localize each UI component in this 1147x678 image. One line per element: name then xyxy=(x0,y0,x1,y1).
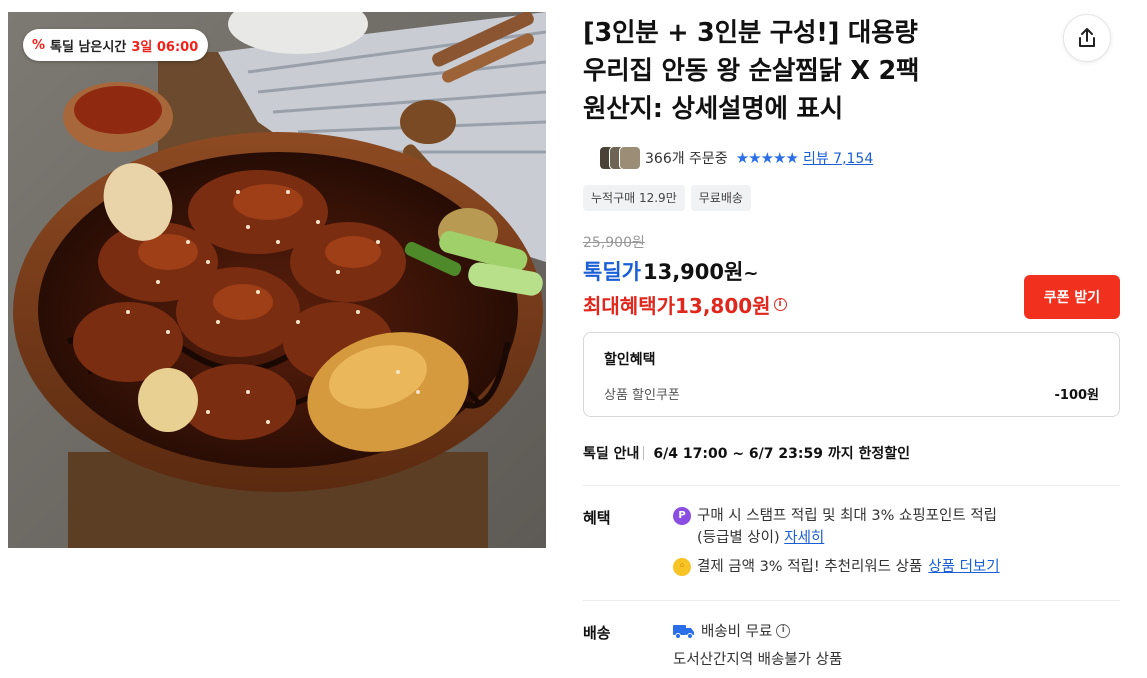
share-icon xyxy=(1079,28,1095,47)
tag-cumulative-purchase: 누적구매 12.9만 xyxy=(583,185,685,211)
max-benefit-price-row: 최대혜택가 13,800원 i xyxy=(583,290,787,319)
more-products-link[interactable]: 상품 더보기 xyxy=(928,556,999,578)
buyer-avatars xyxy=(599,146,641,170)
timer-value: 3일 06:00 xyxy=(131,39,199,55)
title-line-1: [3인분 + 3인분 구성!] 대용량 xyxy=(583,18,918,48)
percent-tag-icon: % xyxy=(32,37,46,53)
deal-info-row: 톡딜 안내 6/4 17:00 ~ 6/7 23:59 까지 한정할인 xyxy=(583,443,910,463)
max-benefit-label: 최대혜택가 xyxy=(583,294,675,318)
benefit-reward-text: 결제 금액 3% 적립! 추천리워드 상품 xyxy=(697,559,923,575)
info-icon[interactable]: i xyxy=(773,298,787,311)
timer-label: 톡딜 남은시간 xyxy=(50,39,127,55)
deal-info-text: 6/4 17:00 ~ 6/7 23:59 까지 한정할인 xyxy=(653,446,910,462)
max-benefit-value: 13,800원 xyxy=(675,294,771,318)
product-tags: 누적구매 12.9만 무료배송 xyxy=(583,185,751,211)
tag-free-shipping: 무료배송 xyxy=(690,185,751,211)
original-price: 25,900원 xyxy=(583,235,645,251)
review-link[interactable]: 리뷰 7,154 xyxy=(803,148,873,168)
discount-row-value: -100원 xyxy=(1054,388,1100,403)
discount-row-label: 상품 할인쿠폰 xyxy=(604,388,680,403)
title-line-3: 원산지: 상세설명에 표시 xyxy=(583,94,843,124)
shipping-label: 배송 xyxy=(583,624,611,642)
title-line-2: 우리집 안동 왕 순살찜닭 X 2팩 xyxy=(583,56,920,86)
benefit-item-reward: ◦ 결제 금액 3% 적립! 추천리워드 상품 상품 더보기 xyxy=(673,556,1000,578)
deal-price-row: 톡딜가 13,900원 ~ xyxy=(583,256,758,286)
shipping-fee: 배송비 무료 xyxy=(701,624,773,640)
discount-title: 할인혜택 xyxy=(604,352,656,368)
shipping-note: 도서산간지역 배송불가 상품 xyxy=(673,652,843,668)
point-p-icon: P xyxy=(673,507,691,525)
info-icon[interactable]: i xyxy=(776,623,791,638)
benefit-detail-link[interactable]: 자세히 xyxy=(784,530,824,546)
truck-icon xyxy=(673,624,694,639)
get-coupon-button[interactable]: 쿠폰 받기 xyxy=(1024,275,1120,319)
discount-box: 할인혜택 상품 할인쿠폰 -100원 xyxy=(583,332,1120,417)
deal-price-label: 톡딜가 xyxy=(583,260,641,284)
avatar xyxy=(619,146,641,170)
deal-price-suffix: ~ xyxy=(743,263,759,284)
divider xyxy=(643,446,645,460)
product-info: [3인분 + 3인분 구성!] 대용량 우리집 안동 왕 순살찜닭 X 2팩 원… xyxy=(583,0,1123,678)
benefit-label: 혜택 xyxy=(583,509,611,527)
order-status-row: 366개 주문중 ★★★★★ 리뷰 7,154 xyxy=(599,145,873,171)
shipping-fee-row: 배송비 무료 i xyxy=(673,620,791,641)
deal-timer-badge: % 톡딜 남은시간 3일 06:00 xyxy=(23,29,209,61)
benefit-item-stamp: P 구매 시 스탬프 적립 및 최대 3% 쇼핑포인트 적립 (등급별 상이) … xyxy=(673,505,997,549)
divider xyxy=(583,485,1120,486)
product-title: [3인분 + 3인분 구성!] 대용량 우리집 안동 왕 순살찜닭 X 2팩 원… xyxy=(583,14,1053,128)
order-count: 366개 주문중 xyxy=(645,151,728,167)
coin-icon: ◦ xyxy=(673,558,691,576)
deal-price-value: 13,900원 xyxy=(642,260,744,284)
product-image[interactable]: % 톡딜 남은시간 3일 06:00 xyxy=(8,12,546,548)
divider xyxy=(583,600,1120,601)
rating-stars-icon: ★★★★★ xyxy=(735,149,799,167)
benefit-stamp-text-2: (등급별 상이) xyxy=(697,530,780,546)
share-button[interactable] xyxy=(1063,14,1111,62)
braised-chicken-photo xyxy=(8,12,546,548)
benefit-stamp-text: 구매 시 스탬프 적립 및 최대 3% 쇼핑포인트 적립 xyxy=(697,508,997,524)
deal-info-label: 톡딜 안내 xyxy=(583,446,640,462)
